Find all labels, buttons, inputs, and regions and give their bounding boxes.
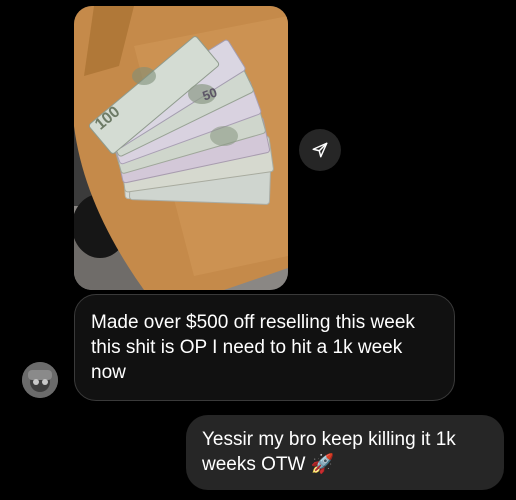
cash-photo-image: 100 50 (74, 6, 288, 290)
sent-message-bubble[interactable]: Yessir my bro keep killing it 1k weeks O… (186, 415, 504, 490)
user-avatar-icon (22, 362, 58, 398)
received-message-text: Made over $500 off reselling this week t… (91, 312, 415, 383)
share-button[interactable] (299, 129, 341, 171)
shared-photo[interactable]: 100 50 (74, 6, 288, 290)
received-message-bubble[interactable]: Made over $500 off reselling this week t… (74, 294, 455, 401)
rocket-emoji-icon: 🚀 (310, 453, 335, 475)
avatar[interactable] (22, 362, 58, 398)
send-arrow-icon (312, 142, 328, 158)
